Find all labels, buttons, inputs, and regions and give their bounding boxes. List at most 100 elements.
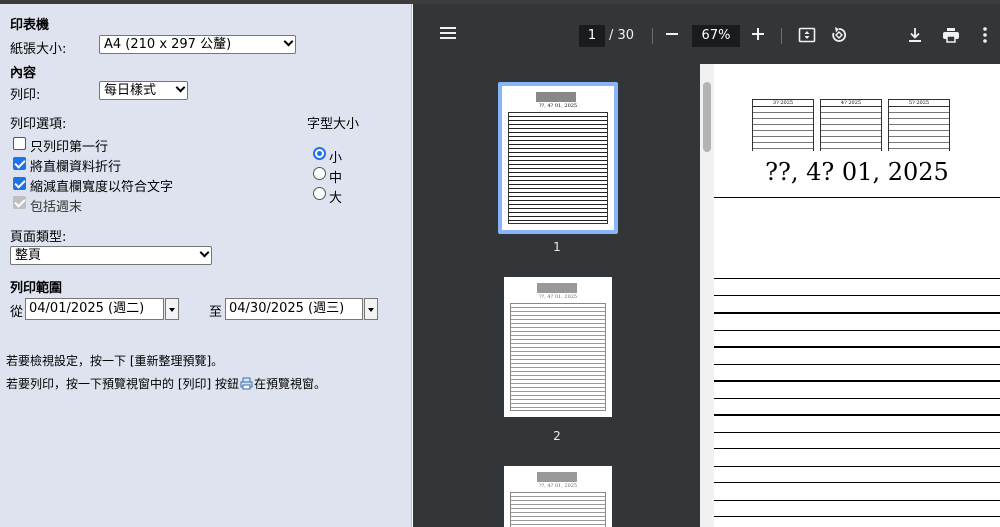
font-size-medium-label: 中	[329, 171, 343, 186]
page-rule	[714, 295, 1000, 296]
first-row-only-checkbox[interactable]	[13, 137, 26, 150]
thumbnail-lines	[510, 303, 606, 411]
pdf-viewer: 1 / 30 67% ??, 4? 01, 2025 1 ??, 4? 01, …	[413, 4, 1000, 527]
thumbnail-lines	[508, 112, 608, 224]
paper-size-label: 紙張大小:	[10, 42, 67, 57]
mini-calendar-title: 3? 2025	[753, 100, 813, 107]
page-rule	[714, 448, 1000, 449]
mini-calendar-grid	[753, 107, 813, 151]
thumbnail-calendars	[536, 92, 576, 102]
thumbnail-page-3[interactable]: ??, 4? 01, 2025	[504, 466, 612, 527]
print-range-heading: 列印範圍	[10, 281, 63, 296]
scrollbar-thumb[interactable]	[703, 82, 711, 152]
content-heading: 內容	[10, 66, 37, 81]
pdf-toolbar: 1 / 30 67%	[413, 4, 1000, 64]
refresh-hint-text: 若要檢視設定，按一下 [重新整理預覽]。	[6, 354, 224, 368]
paper-size-value: A4 (210 x 297 公釐)	[104, 37, 232, 52]
shrink-columns-checkbox[interactable]	[13, 177, 26, 190]
printer-icon	[240, 377, 253, 393]
mini-calendar-grid	[889, 107, 949, 151]
page-rule	[714, 466, 1000, 467]
thumbnail-title: ??, 4? 01, 2025	[538, 483, 578, 489]
thumbnail-page-1[interactable]: ??, 4? 01, 2025	[502, 86, 614, 230]
page-rule	[714, 364, 1000, 365]
thumbnail-page-2[interactable]: ??, 4? 01, 2025	[504, 277, 612, 417]
from-date-input[interactable]: 04/01/2025 (週二)	[25, 298, 164, 320]
mini-calendar: 5? 2025	[888, 99, 950, 151]
include-weekend-checkbox	[13, 196, 26, 209]
font-size-small-radio[interactable]	[313, 147, 326, 160]
more-vert-icon[interactable]	[982, 26, 988, 49]
menu-icon[interactable]	[439, 24, 457, 47]
mini-calendar-grid	[821, 107, 881, 151]
fit-page-icon[interactable]	[798, 26, 816, 49]
page-rule	[714, 330, 1000, 331]
to-date-input[interactable]: 04/30/2025 (週三)	[225, 298, 363, 320]
chevron-down-icon	[199, 247, 210, 258]
print-hint-text: 若要列印，按一下預覽視窗中的 [列印] 按鈕 在預覽視窗。	[6, 375, 326, 393]
thumbnail-number: 1	[553, 240, 561, 254]
thumbnail-sidebar: ??, 4? 01, 2025 1 ??, 4? 01, 2025 2 ??, …	[413, 64, 700, 527]
page-rule	[714, 278, 1000, 279]
font-size-large-radio[interactable]	[313, 187, 326, 200]
page-rule	[714, 380, 1000, 382]
wrap-columns-checkbox[interactable]	[13, 157, 26, 170]
print-icon[interactable]	[942, 26, 960, 49]
thumbnail-lines	[510, 492, 606, 527]
paper-size-select[interactable]: A4 (210 x 297 公釐)	[99, 35, 296, 54]
thumbnail-title: ??, 4? 01, 2025	[538, 294, 578, 300]
page-date-title: ??, 4? 01, 2025	[765, 158, 949, 186]
page-rule	[714, 516, 1000, 517]
page-rule	[714, 312, 1000, 314]
plus-icon[interactable]	[751, 25, 765, 48]
printer-heading: 印表機	[10, 18, 50, 33]
download-icon[interactable]	[907, 26, 923, 49]
to-label: 至	[209, 305, 223, 320]
mini-calendar-title: 4? 2025	[821, 100, 881, 107]
thumbnail-number: 2	[553, 429, 561, 443]
toolbar-divider	[652, 28, 653, 44]
document-page: 3? 2025 4? 2025 5? 2025 ??, 4? 01, 2025	[714, 64, 1000, 527]
print-style-value: 每日樣式	[104, 83, 157, 98]
zoom-level-input[interactable]: 67%	[692, 25, 740, 47]
page-number-input[interactable]: 1	[579, 25, 605, 47]
font-size-medium-radio[interactable]	[313, 167, 326, 180]
page-rule	[714, 197, 1000, 198]
print-settings-panel: 印表機 紙張大小: A4 (210 x 297 公釐) 內容 列印: 每日樣式 …	[0, 4, 412, 527]
print-style-select[interactable]: 每日樣式	[99, 81, 188, 100]
page-type-label: 頁面類型:	[10, 230, 67, 245]
minus-icon[interactable]	[665, 25, 679, 48]
page-rule	[714, 500, 1000, 501]
first-row-only-label: 只列印第一行	[30, 140, 109, 155]
thumbnail-calendars	[537, 472, 577, 482]
page-rule	[714, 432, 1000, 433]
thumbnail-title: ??, 4? 01, 2025	[538, 103, 578, 109]
to-date-dropdown-button[interactable]	[364, 298, 378, 320]
page-rule	[714, 414, 1000, 416]
chevron-down-icon	[283, 36, 294, 47]
page-rule	[714, 398, 1000, 399]
document-scrollbar[interactable]	[700, 64, 714, 527]
print-hint-part1: 若要列印，按一下預覽視窗中的 [列印] 按鈕	[6, 377, 239, 391]
include-weekend-label: 包括週末	[30, 200, 83, 215]
print-style-label: 列印:	[10, 88, 41, 103]
print-hint-part2: 在預覽視窗。	[254, 377, 327, 391]
mini-calendar: 4? 2025	[820, 99, 882, 151]
page-type-select[interactable]: 整頁	[10, 246, 212, 265]
thumbnail-calendars	[537, 283, 577, 293]
chevron-down-icon	[175, 82, 186, 93]
rotate-icon[interactable]	[830, 26, 848, 49]
page-rule	[714, 482, 1000, 483]
page-total: / 30	[609, 28, 635, 43]
toolbar-divider	[781, 28, 782, 44]
print-options-label: 列印選項:	[10, 117, 67, 132]
font-size-small-label: 小	[329, 151, 343, 166]
from-date-dropdown-button[interactable]	[165, 298, 179, 320]
wrap-columns-label: 將直欄資料折行	[30, 160, 122, 175]
mini-calendar: 3? 2025	[752, 99, 814, 151]
font-size-label: 字型大小	[307, 117, 360, 132]
page-type-value: 整頁	[15, 248, 42, 263]
font-size-large-label: 大	[329, 191, 343, 206]
mini-calendar-title: 5? 2025	[889, 100, 949, 107]
from-label: 從	[10, 305, 24, 320]
